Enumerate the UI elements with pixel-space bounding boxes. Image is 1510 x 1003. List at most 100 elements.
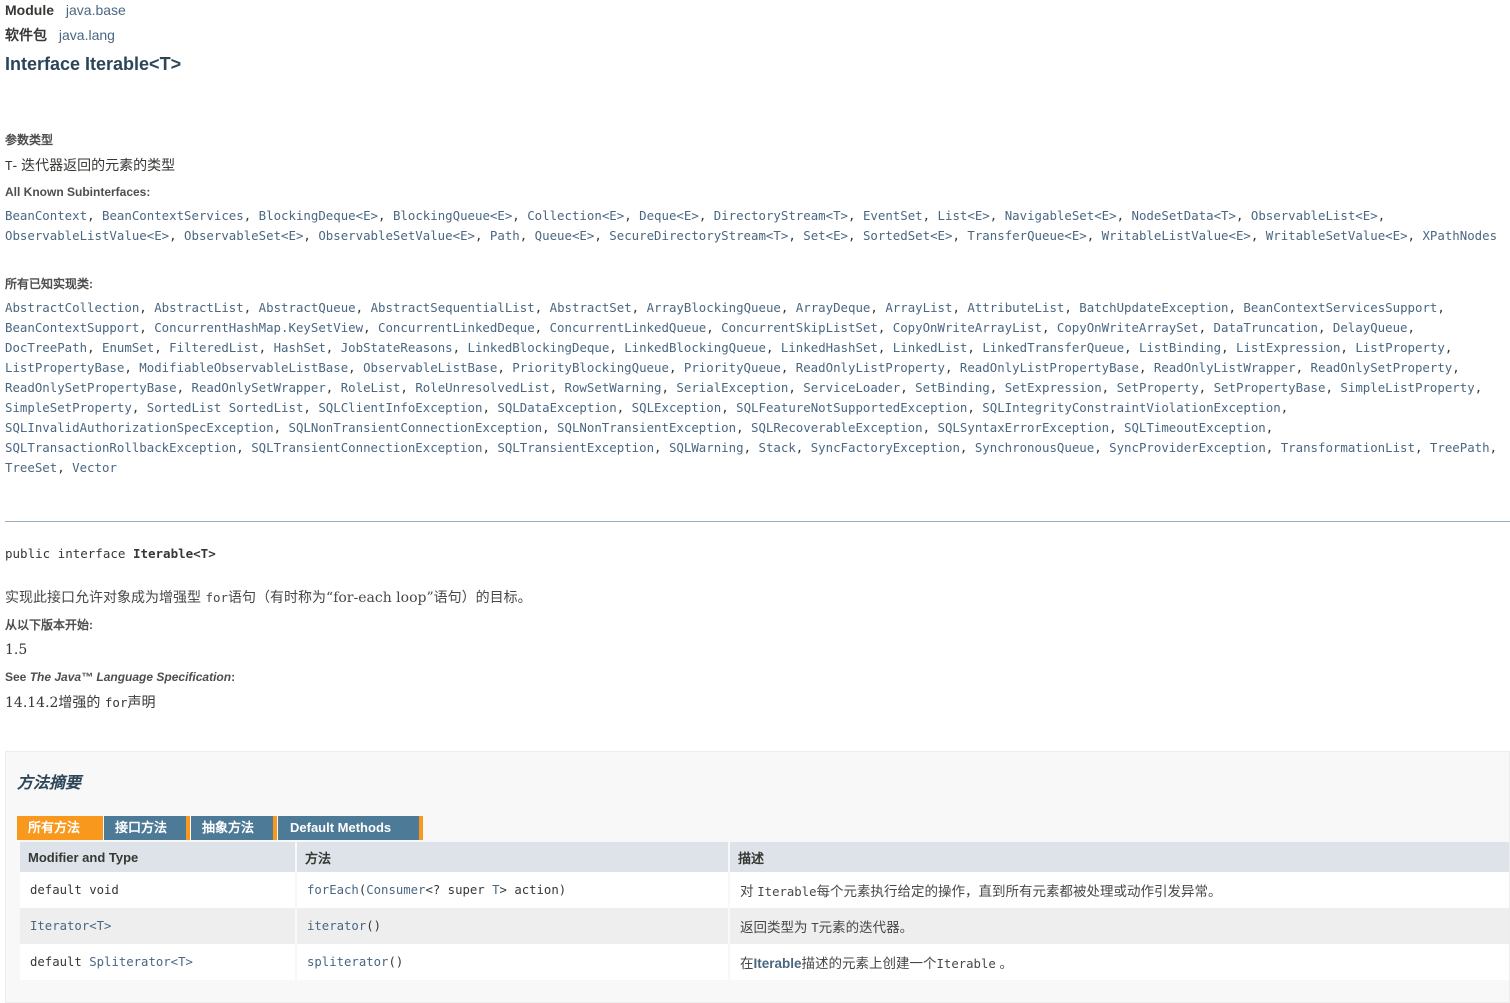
tab-default-methods[interactable]: Default Methods: [278, 816, 423, 840]
tab-all-methods[interactable]: 所有方法: [17, 816, 103, 840]
type-link[interactable]: EnumSet: [102, 340, 154, 355]
type-link[interactable]: BlockingQueue<E>: [393, 208, 512, 223]
type-link[interactable]: XPathNodes: [1422, 228, 1497, 243]
type-link[interactable]: AbstractCollection: [5, 300, 139, 315]
type-link[interactable]: Stack: [758, 440, 795, 455]
type-link[interactable]: Queue<E>: [535, 228, 595, 243]
type-link[interactable]: Deque<E>: [639, 208, 699, 223]
type-link[interactable]: ObservableList<E>: [1251, 208, 1378, 223]
type-link[interactable]: ReadOnlySetPropertyBase: [5, 380, 177, 395]
desc-bold-link[interactable]: Iterable: [754, 956, 802, 971]
type-link[interactable]: RoleUnresolvedList: [415, 380, 549, 395]
type-link[interactable]: SerialException: [676, 380, 788, 395]
type-link[interactable]: SQLDataException: [497, 400, 616, 415]
type-link[interactable]: WritableListValue<E>: [1102, 228, 1251, 243]
modifier-type-link[interactable]: Iterator<T>: [30, 919, 111, 933]
type-link[interactable]: ObservableListValue<E>: [5, 228, 169, 243]
type-link[interactable]: Collection<E>: [527, 208, 624, 223]
module-link[interactable]: java.base: [66, 2, 126, 18]
type-link[interactable]: LinkedList: [893, 340, 968, 355]
type-link[interactable]: ReadOnlySetWrapper: [192, 380, 326, 395]
type-link[interactable]: SyncProviderException: [1109, 440, 1266, 455]
type-link[interactable]: EventSet: [863, 208, 923, 223]
type-link[interactable]: List<E>: [938, 208, 990, 223]
type-link[interactable]: NodeSetData<T>: [1132, 208, 1236, 223]
type-link[interactable]: ObservableSetValue<E>: [318, 228, 475, 243]
type-link[interactable]: SQLRecoverableException: [751, 420, 923, 435]
type-link[interactable]: ArrayDeque: [796, 300, 871, 315]
type-link[interactable]: PriorityBlockingQueue: [512, 360, 669, 375]
type-link[interactable]: SetPropertyBase: [1214, 380, 1326, 395]
type-link[interactable]: SQLClientInfoException: [318, 400, 482, 415]
type-link[interactable]: SQLTransientException: [497, 440, 654, 455]
type-link[interactable]: ConcurrentLinkedDeque: [378, 320, 535, 335]
method-link-foreach[interactable]: forEach: [307, 883, 359, 897]
type-link[interactable]: DirectoryStream<T>: [714, 208, 848, 223]
type-link[interactable]: SyncFactoryException: [811, 440, 960, 455]
type-link[interactable]: SQLInvalidAuthorizationSpecException: [5, 420, 274, 435]
type-link[interactable]: PriorityQueue: [684, 360, 781, 375]
type-link[interactable]: ServiceLoader: [803, 380, 900, 395]
type-link[interactable]: TreePath: [1430, 440, 1490, 455]
method-link-spliterator[interactable]: spliterator: [307, 955, 388, 969]
type-link[interactable]: ReadOnlyListProperty: [796, 360, 945, 375]
type-link[interactable]: TransformationList: [1281, 440, 1415, 455]
type-link[interactable]: NavigableSet<E>: [1005, 208, 1117, 223]
type-link[interactable]: ModifiableObservableListBase: [139, 360, 348, 375]
type-link[interactable]: ArrayList: [885, 300, 952, 315]
type-link[interactable]: SQLFeatureNotSupportedException: [736, 400, 967, 415]
type-link[interactable]: Vector: [72, 460, 117, 475]
type-link[interactable]: BeanContextServicesSupport: [1243, 300, 1437, 315]
type-link[interactable]: CopyOnWriteArrayList: [893, 320, 1042, 335]
type-link[interactable]: SimpleListProperty: [1340, 380, 1474, 395]
type-link[interactable]: BlockingDeque<E>: [259, 208, 378, 223]
type-link[interactable]: ListProperty: [1355, 340, 1445, 355]
type-link[interactable]: CopyOnWriteArraySet: [1057, 320, 1199, 335]
package-link[interactable]: java.lang: [59, 27, 115, 43]
type-link[interactable]: LinkedHashSet: [781, 340, 878, 355]
type-link[interactable]: SynchronousQueue: [975, 440, 1094, 455]
tab-abstract-methods[interactable]: 抽象方法: [191, 816, 277, 840]
type-link[interactable]: SQLSyntaxErrorException: [938, 420, 1110, 435]
type-link[interactable]: TransferQueue<E>: [967, 228, 1086, 243]
param-type-link[interactable]: Consumer: [366, 883, 425, 897]
type-link[interactable]: DataTruncation: [1214, 320, 1318, 335]
type-link[interactable]: LinkedBlockingQueue: [624, 340, 766, 355]
type-link[interactable]: ListPropertyBase: [5, 360, 124, 375]
type-link[interactable]: WritableSetValue<E>: [1266, 228, 1408, 243]
type-link[interactable]: LinkedTransferQueue: [982, 340, 1124, 355]
type-link[interactable]: ObservableListBase: [363, 360, 497, 375]
type-link[interactable]: SQLIntegrityConstraintViolationException: [982, 400, 1280, 415]
see-link[interactable]: 14.14.2增强的 for声明: [5, 692, 155, 712]
type-link[interactable]: ConcurrentSkipListSet: [721, 320, 878, 335]
type-link[interactable]: SQLNonTransientConnectionException: [288, 420, 542, 435]
type-link[interactable]: SQLNonTransientException: [557, 420, 736, 435]
type-link[interactable]: DocTreePath: [5, 340, 87, 355]
type-link[interactable]: AttributeList: [967, 300, 1064, 315]
type-link[interactable]: RoleList: [341, 380, 401, 395]
type-link[interactable]: ConcurrentHashMap.KeySetView: [154, 320, 363, 335]
type-link[interactable]: RowSetWarning: [565, 380, 662, 395]
type-link[interactable]: FilteredList: [169, 340, 259, 355]
type-link[interactable]: ReadOnlySetProperty: [1311, 360, 1453, 375]
type-link[interactable]: SQLWarning: [669, 440, 744, 455]
type-link[interactable]: ListBinding: [1139, 340, 1221, 355]
type-link[interactable]: HashSet: [274, 340, 326, 355]
tab-interface-methods[interactable]: 接口方法: [104, 816, 190, 840]
type-link[interactable]: AbstractList: [154, 300, 244, 315]
type-link[interactable]: DelayQueue: [1333, 320, 1408, 335]
type-link[interactable]: SetExpression: [1005, 380, 1102, 395]
type-link[interactable]: AbstractQueue: [259, 300, 356, 315]
type-link[interactable]: ReadOnlyListPropertyBase: [960, 360, 1139, 375]
type-link[interactable]: AbstractSequentialList: [371, 300, 535, 315]
type-link[interactable]: BeanContext: [5, 208, 87, 223]
type-link[interactable]: AbstractSet: [550, 300, 632, 315]
type-link[interactable]: SQLException: [632, 400, 722, 415]
type-link[interactable]: BeanContextServices: [102, 208, 244, 223]
type-link[interactable]: SimpleSetProperty: [5, 400, 132, 415]
param-generic-link[interactable]: T: [492, 883, 499, 897]
type-link[interactable]: SecureDirectoryStream<T>: [609, 228, 788, 243]
type-link[interactable]: SortedSet<E>: [863, 228, 953, 243]
type-link[interactable]: ReadOnlyListWrapper: [1154, 360, 1296, 375]
type-link[interactable]: ConcurrentLinkedQueue: [550, 320, 707, 335]
